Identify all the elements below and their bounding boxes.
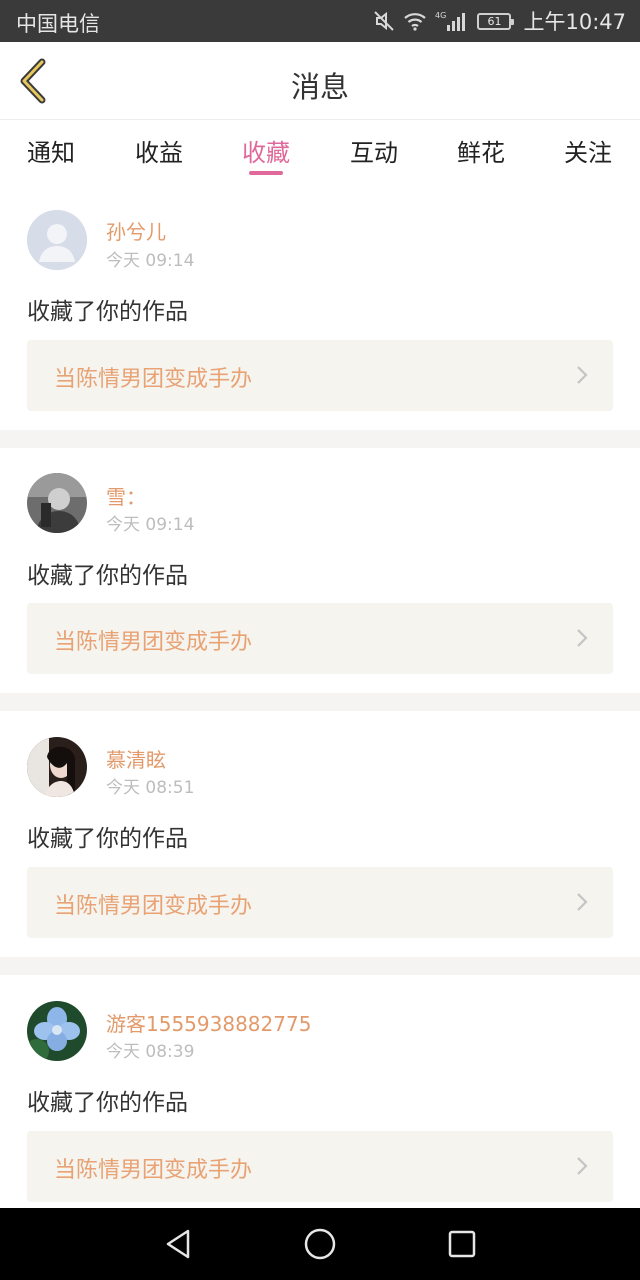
chevron-right-icon: [577, 629, 588, 647]
mute-icon: [373, 10, 395, 32]
navigation-bar: [0, 1208, 640, 1280]
tab-notifications[interactable]: 通知: [6, 133, 96, 168]
action-text: 收藏了你的作品: [27, 299, 188, 325]
work-title: 当陈情男团变成手办: [54, 367, 253, 392]
chevron-right-icon: [577, 366, 588, 384]
triangle-back-icon: [166, 1229, 190, 1259]
list-item: 游客1555938882775 今天 08:39 收藏了你的作品 当陈情男团变成…: [0, 975, 640, 1208]
work-link[interactable]: 当陈情男团变成手办: [27, 1131, 613, 1202]
page-title: 消息: [290, 70, 349, 104]
username[interactable]: 慕清眩: [106, 744, 166, 773]
chevron-right-icon: [577, 1157, 588, 1175]
username[interactable]: 孙兮儿: [106, 216, 166, 245]
work-title: 当陈情男团变成手办: [54, 894, 253, 919]
wifi-icon: [403, 11, 427, 31]
avatar[interactable]: [27, 737, 87, 797]
timestamp: 今天 09:14: [106, 515, 195, 535]
tab-earnings[interactable]: 收益: [114, 133, 204, 168]
work-title: 当陈情男团变成手办: [54, 1158, 253, 1183]
timestamp: 今天 08:51: [106, 778, 195, 798]
username[interactable]: 雪：: [106, 481, 146, 510]
divider: [0, 693, 640, 711]
divider: [0, 957, 640, 975]
tab-interactions[interactable]: 互动: [329, 133, 419, 168]
timestamp: 今天 09:14: [106, 251, 195, 271]
circle-home-icon: [304, 1228, 336, 1260]
carrier-label: 中国电信: [16, 12, 100, 36]
network-label: 4G: [435, 11, 446, 20]
battery-icon: 61: [477, 12, 515, 30]
signal-icon: 4G: [435, 10, 469, 32]
clock: 上午10:47: [523, 10, 626, 34]
divider: [0, 430, 640, 448]
battery-level: 61: [487, 14, 502, 28]
nav-back-button[interactable]: [160, 1226, 196, 1262]
work-link[interactable]: 当陈情男团变成手办: [27, 603, 613, 674]
avatar[interactable]: [27, 1001, 87, 1061]
tab-favorites[interactable]: 收藏: [221, 133, 311, 168]
action-text: 收藏了你的作品: [27, 563, 188, 589]
square-recents-icon: [448, 1230, 476, 1258]
timestamp: 今天 08:39: [106, 1042, 195, 1062]
list-item: 慕清眩 今天 08:51 收藏了你的作品 当陈情男团变成手办: [0, 711, 640, 957]
default-avatar-icon: [27, 210, 87, 270]
work-link[interactable]: 当陈情男团变成手办: [27, 340, 613, 411]
status-bar: 中国电信 4G 61 上午10:47: [0, 0, 640, 42]
flower-avatar-icon: [27, 1001, 87, 1061]
username[interactable]: 游客1555938882775: [106, 1008, 311, 1037]
action-text: 收藏了你的作品: [27, 826, 188, 852]
list-item: 雪： 今天 09:14 收藏了你的作品 当陈情男团变成手办: [0, 448, 640, 693]
tab-flowers[interactable]: 鲜花: [436, 133, 526, 168]
user-photo-icon: [27, 737, 87, 797]
work-title: 当陈情男团变成手办: [54, 630, 253, 655]
work-link[interactable]: 当陈情男团变成手办: [27, 867, 613, 938]
app-header: 消息: [0, 42, 640, 120]
tab-following[interactable]: 关注: [543, 133, 633, 168]
user-photo-icon: [27, 473, 87, 533]
avatar[interactable]: [27, 210, 87, 270]
avatar[interactable]: [27, 473, 87, 533]
nav-recents-button[interactable]: [444, 1226, 480, 1262]
nav-home-button[interactable]: [302, 1226, 338, 1262]
list-item: 孙兮儿 今天 09:14 收藏了你的作品 当陈情男团变成手办: [0, 183, 640, 430]
action-text: 收藏了你的作品: [27, 1090, 188, 1116]
tab-bar: 通知 收益 收藏 互动 鲜花 关注: [0, 121, 640, 183]
status-icons: 4G 61 上午10:47: [373, 6, 626, 36]
active-tab-indicator: [249, 171, 283, 175]
chevron-right-icon: [577, 893, 588, 911]
